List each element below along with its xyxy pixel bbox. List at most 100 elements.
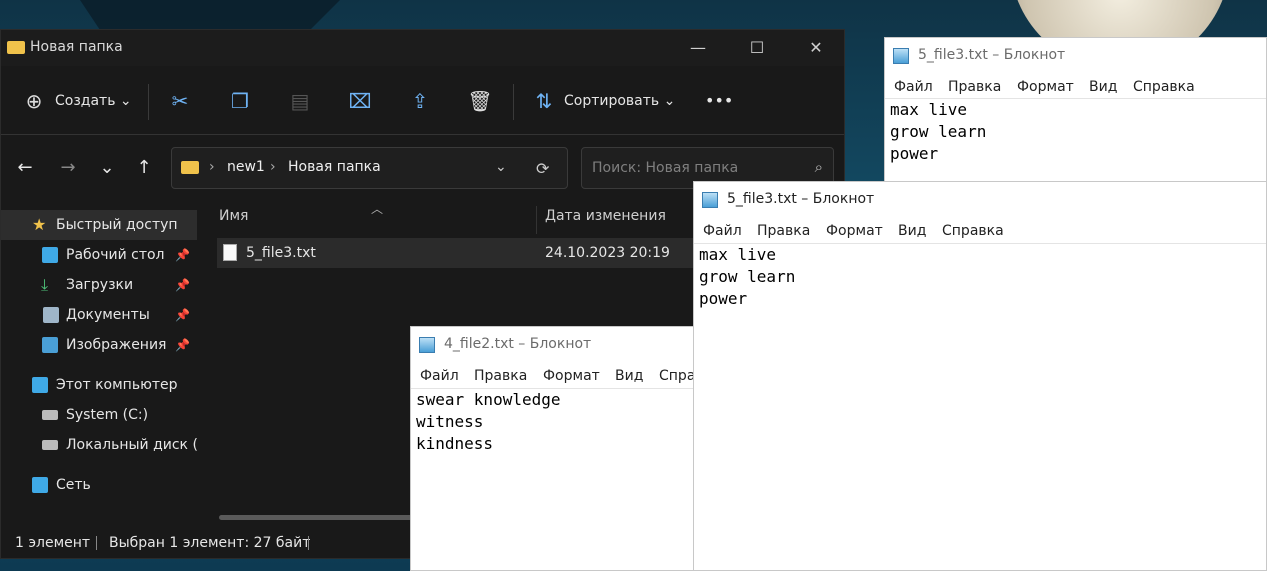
file-date: 24.10.2023 20:19	[545, 245, 670, 261]
close-button[interactable]: ✕	[796, 34, 836, 62]
menu-edit[interactable]: Правка	[948, 79, 1001, 95]
address-bar[interactable]: › new1 › Новая папка ⌄ ⟳	[171, 147, 568, 189]
menu-file[interactable]: Файл	[420, 368, 459, 384]
drive-icon	[42, 440, 58, 450]
menu-bar: Файл Правка Формат Вид Спра	[411, 365, 709, 387]
pin-icon[interactable]: 📌	[175, 270, 190, 300]
menu-format[interactable]: Формат	[1017, 79, 1074, 95]
selection-info: Выбран 1 элемент: 27 байт	[109, 535, 311, 551]
pictures-icon	[42, 337, 58, 353]
recent-chevron-icon[interactable]: ⌄	[92, 153, 122, 183]
status-bar: 1 элемент Выбран 1 элемент: 27 байт	[1, 530, 421, 556]
cut-icon[interactable]: ✂	[167, 88, 193, 114]
drive-icon	[42, 410, 58, 420]
sidebar-item-quick-access[interactable]: ★ Быстрый доступ	[1, 210, 197, 240]
menu-format[interactable]: Формат	[543, 368, 600, 384]
delete-icon[interactable]: 🗑	[467, 88, 493, 114]
menu-edit[interactable]: Правка	[757, 223, 810, 239]
command-bar: ⊕ Создать ⌄ ✂ ❐ ▤ ⌧ ⇪ 🗑 ⇅ Сортировать ⌄ …	[1, 66, 844, 135]
text-editor[interactable]: swear knowledge witness kindness	[411, 388, 709, 455]
documents-icon	[43, 307, 59, 323]
maximize-button[interactable]: ☐	[737, 34, 777, 62]
column-divider[interactable]	[536, 206, 537, 234]
sidebar-item-label: Сеть	[56, 477, 91, 493]
notepad-titlebar[interactable]: 5_file3.txt – Блокнот	[694, 182, 1266, 216]
menu-edit[interactable]: Правка	[474, 368, 527, 384]
text-line: kindness	[416, 434, 494, 453]
folder-icon	[181, 161, 199, 174]
address-dropdown-icon[interactable]: ⌄	[495, 159, 507, 175]
text-editor[interactable]: max live grow learn power	[885, 98, 1266, 165]
column-header-name[interactable]: Имя	[219, 208, 248, 224]
horizontal-scrollbar[interactable]	[219, 515, 414, 520]
sidebar-item-documents[interactable]: Документы 📌	[1, 300, 197, 330]
text-line: power	[699, 289, 748, 308]
menu-view[interactable]: Вид	[898, 223, 926, 239]
breadcrumb-item[interactable]: new1	[227, 159, 265, 175]
sidebar-item-system-c[interactable]: System (C:)	[1, 400, 197, 430]
rename-icon[interactable]: ⌧	[347, 88, 373, 114]
file-name: 5_file3.txt	[246, 245, 316, 261]
sidebar-item-label: Документы	[66, 307, 150, 323]
up-arrow-icon[interactable]: ↑	[129, 153, 159, 183]
refresh-icon[interactable]: ⟳	[536, 159, 549, 178]
breadcrumb-item[interactable]: Новая папка	[288, 159, 381, 175]
column-header-date[interactable]: Дата изменения	[545, 208, 666, 224]
sort-icon: ⇅	[535, 89, 553, 113]
navigation-pane: ★ Быстрый доступ Рабочий стол 📌 ⤓ Загруз…	[1, 206, 197, 526]
sidebar-item-this-pc[interactable]: Этот компьютер	[1, 370, 197, 400]
back-arrow-icon[interactable]: ←	[10, 153, 40, 183]
text-line: swear knowledge	[416, 390, 561, 409]
menu-view[interactable]: Вид	[1089, 79, 1117, 95]
menu-view[interactable]: Вид	[615, 368, 643, 384]
search-placeholder: Поиск: Новая папка	[592, 160, 739, 176]
forward-arrow-icon[interactable]: →	[53, 153, 83, 183]
copy-icon[interactable]: ❐	[227, 88, 253, 114]
menu-bar: Файл Правка Формат Вид Справка	[694, 220, 1266, 242]
window-title: 5_file3.txt – Блокнот	[918, 47, 1066, 63]
sidebar-item-network[interactable]: Сеть	[1, 470, 197, 500]
pin-icon[interactable]: 📌	[175, 330, 190, 360]
menu-file[interactable]: Файл	[703, 223, 742, 239]
menu-help[interactable]: Спра	[659, 368, 695, 384]
pin-icon[interactable]: 📌	[175, 240, 190, 270]
sidebar-item-desktop[interactable]: Рабочий стол 📌	[1, 240, 197, 270]
sidebar-item-label: Загрузки	[66, 277, 134, 293]
window-title: Новая папка	[30, 39, 123, 55]
text-line: grow learn	[890, 122, 987, 141]
menu-help[interactable]: Справка	[942, 223, 1004, 239]
more-options-button[interactable]: •••	[705, 88, 733, 114]
pin-icon[interactable]: 📌	[175, 300, 190, 330]
minimize-button[interactable]: —	[678, 34, 718, 62]
notepad-titlebar[interactable]: 5_file3.txt – Блокнот	[885, 38, 1266, 72]
text-line: max live	[890, 100, 968, 119]
search-icon: ⌕	[814, 158, 823, 176]
sort-button[interactable]: Сортировать ⌄	[564, 88, 675, 114]
menu-format[interactable]: Формат	[826, 223, 883, 239]
menu-help[interactable]: Справка	[1133, 79, 1195, 95]
breadcrumb-separator: ›	[209, 159, 215, 175]
ship-silhouette	[80, 0, 340, 30]
paste-icon[interactable]: ▤	[287, 88, 313, 114]
toolbar-divider	[513, 84, 514, 120]
sort-ascending-icon: ︿	[371, 202, 384, 216]
text-editor[interactable]: max live grow learn power	[694, 243, 1266, 310]
share-icon[interactable]: ⇪	[407, 88, 433, 114]
text-line: power	[890, 144, 939, 163]
star-icon: ★	[32, 215, 47, 234]
file-row[interactable]: 5_file3.txt 24.10.2023 20:19	[217, 238, 697, 268]
sidebar-item-downloads[interactable]: ⤓ Загрузки 📌	[1, 270, 197, 300]
sidebar-item-local-disk-d[interactable]: Локальный диск (D	[1, 430, 197, 460]
breadcrumb-separator: ›	[270, 159, 276, 175]
text-line: max live	[699, 245, 777, 264]
create-button[interactable]: Создать ⌄	[55, 88, 132, 114]
window-title: 5_file3.txt – Блокнот	[727, 191, 875, 207]
sidebar-item-label: Изображения	[66, 337, 167, 353]
explorer-titlebar[interactable]: Новая папка — ☐ ✕	[1, 30, 844, 66]
notepad-titlebar[interactable]: 4_file2.txt – Блокнот	[411, 327, 709, 361]
network-icon	[32, 477, 48, 493]
text-line: witness	[416, 412, 484, 431]
sidebar-item-pictures[interactable]: Изображения 📌	[1, 330, 197, 360]
menu-file[interactable]: Файл	[894, 79, 933, 95]
notepad-window-front: 5_file3.txt – Блокнот Файл Правка Формат…	[693, 181, 1267, 571]
